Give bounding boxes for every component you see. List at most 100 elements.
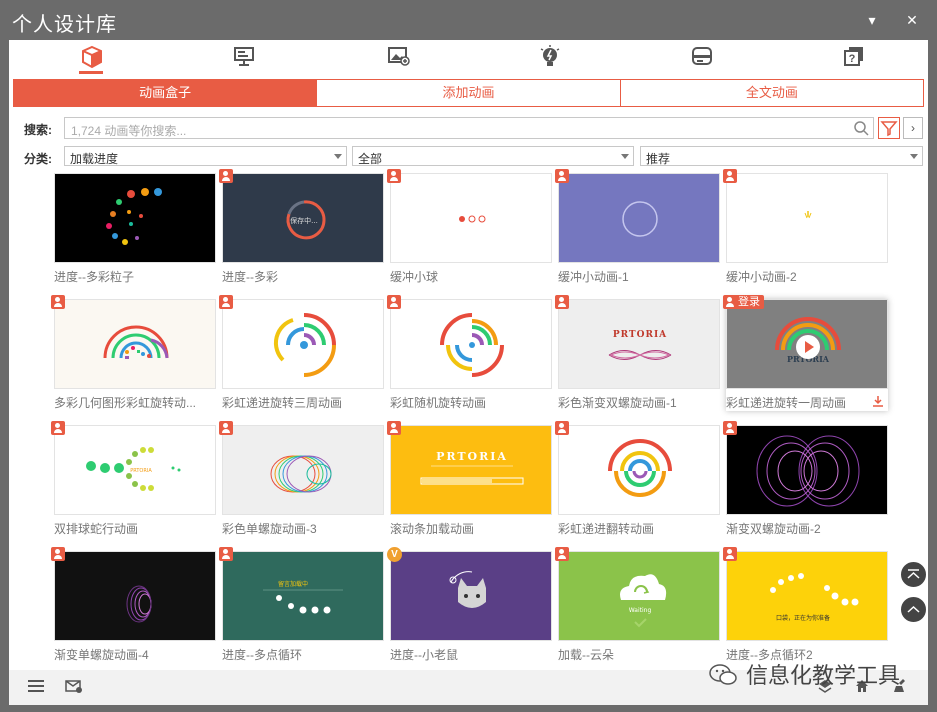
animation-card[interactable]: PRTORIA 双排球蛇行动画 (51, 421, 216, 537)
animation-caption: 渐变双螺旋动画-2 (726, 522, 821, 536)
animation-card[interactable]: PRTORIA 彩色渐变双螺旋动画-1 (555, 295, 720, 411)
thumb-label-prtoria: PRTORIA (130, 468, 152, 474)
download-icon[interactable] (872, 395, 884, 407)
animation-caption: 进度--多彩 (222, 270, 278, 284)
minimize-button[interactable]: ▾ (864, 12, 880, 28)
presentation-icon (234, 47, 254, 66)
category-select[interactable]: 加载进度 (64, 146, 347, 166)
animation-thumbnail (54, 299, 216, 389)
animation-thumbnail (222, 425, 384, 515)
animation-card[interactable]: 进度--小老鼠 V (387, 547, 552, 663)
segment-tabs: 动画盒子 添加动画 全文动画 (13, 79, 924, 107)
animation-card[interactable]: 进度--多彩粒子 (54, 173, 216, 285)
inbox-icon[interactable] (65, 678, 83, 694)
sort-value: 推荐 (646, 152, 671, 166)
animation-thumbnail (222, 299, 384, 389)
animation-card[interactable]: 缓冲小球 (387, 169, 552, 285)
filter-button[interactable] (878, 117, 900, 139)
animation-caption: 彩虹递进旋转三周动画 (222, 396, 343, 410)
scroll-top-button[interactable] (900, 561, 927, 588)
animation-card[interactable]: PRTORIA 滚动条加载动画 (387, 421, 552, 537)
animation-caption: 进度--多点循环 (222, 648, 302, 662)
thumb-title: PRTORIA (436, 450, 508, 463)
animation-caption: 加载--云朵 (558, 648, 614, 662)
animation-card[interactable]: 缓冲小动画-1 (555, 169, 720, 285)
user-badge-icon (555, 421, 569, 435)
animation-card-hovered[interactable]: PRTORIA 彩虹递进旋转一周动画 登录 (723, 295, 888, 411)
animation-card[interactable]: 彩虹递进旋转三周动画 (219, 295, 384, 411)
animation-thumbnail: PRTORIA (558, 299, 720, 389)
close-button[interactable]: ✕ (904, 12, 920, 28)
category-label: 分类: (24, 152, 52, 166)
animation-card[interactable]: 保存中... 进度--多彩 (219, 169, 384, 285)
animation-caption: 双排球蛇行动画 (54, 522, 139, 536)
user-badge-icon (51, 547, 65, 561)
tab-animation-box-segment[interactable]: 动画盒子 (14, 80, 318, 106)
animation-card[interactable]: 彩虹递进翻转动画 (555, 421, 720, 537)
animation-caption: 多彩几何图形彩虹旋转动... (54, 396, 197, 410)
animation-thumbnail: Waiting (558, 551, 720, 641)
tab-presentation[interactable] (223, 42, 263, 72)
verified-badge-icon: V (387, 547, 402, 562)
animation-thumbnail (54, 551, 216, 641)
animation-card[interactable]: 口袋，正在为你准备 进度--多点循环2 (723, 547, 888, 663)
scroll-to-top-icon (907, 569, 920, 579)
chevron-down-icon (621, 154, 629, 159)
tab-animation-box[interactable] (71, 42, 111, 74)
animation-card[interactable]: 多彩几何图形彩虹旋转动... (51, 295, 216, 411)
tab-image-add[interactable] (377, 42, 417, 72)
search-input[interactable]: 1,724 动画等你搜索... (64, 117, 874, 139)
animation-card[interactable]: 缓冲小动画-2 (723, 169, 888, 285)
storage-icon (692, 47, 712, 65)
animation-caption: 彩色渐变双螺旋动画-1 (558, 396, 677, 410)
animation-caption: 进度--小老鼠 (390, 648, 458, 662)
thumb-label-saving: 保存中... (290, 216, 318, 225)
animation-caption: 彩虹递进翻转动画 (558, 522, 655, 536)
search-placeholder: 1,724 动画等你搜索... (71, 124, 187, 138)
thumb-title: 口袋，正在为你准备 (776, 614, 830, 622)
animation-card[interactable]: 彩虹随机旋转动画 (387, 295, 552, 411)
animation-thumbnail (390, 173, 552, 263)
thumb-title: 留言加载中 (278, 580, 308, 588)
animation-thumbnail (390, 299, 552, 389)
wechat-icon (709, 664, 737, 685)
animation-thumbnail: PRTORIA (54, 425, 216, 515)
tab-ideas[interactable] (529, 42, 569, 72)
user-badge-icon (387, 421, 401, 435)
scope-select[interactable]: 全部 (352, 146, 634, 166)
search-icon[interactable] (853, 120, 869, 136)
user-badge-icon (51, 421, 65, 435)
chevron-up-icon (907, 605, 920, 613)
watermark-text: 信息化教学工具 (746, 664, 901, 689)
animation-card[interactable]: Waiting 加载--云朵 (555, 547, 720, 663)
animation-card[interactable]: 渐变单螺旋动画-4 (51, 547, 216, 663)
menu-icon[interactable] (27, 678, 45, 694)
chevron-right-icon[interactable]: › (903, 117, 923, 139)
login-badge[interactable]: 登录 (723, 295, 764, 309)
user-badge-icon (555, 547, 569, 561)
user-badge-icon (219, 295, 233, 309)
chevron-down-icon (334, 154, 342, 159)
box-icon (82, 45, 102, 69)
animation-thumbnail (726, 173, 888, 263)
sort-select[interactable]: 推荐 (640, 146, 923, 166)
thumb-title: Waiting (629, 607, 652, 614)
lightbulb-icon (540, 45, 560, 66)
animation-thumbnail: 留言加载中 (222, 551, 384, 641)
tab-help[interactable]: ? (833, 42, 873, 72)
animation-card[interactable]: 渐变双螺旋动画-2 (723, 421, 888, 537)
animation-caption: 缓冲小球 (390, 270, 439, 284)
tab-full-text-animation[interactable]: 全文动画 (621, 80, 923, 106)
tab-add-animation[interactable]: 添加动画 (317, 80, 621, 106)
tab-storage[interactable] (681, 42, 721, 72)
animation-card[interactable]: 彩色单螺旋动画-3 (219, 421, 384, 537)
animation-thumbnail: PRTORIA (726, 299, 888, 389)
animation-card[interactable]: 留言加载中 进度--多点循环 (219, 547, 384, 663)
user-badge-icon (219, 421, 233, 435)
scroll-up-button[interactable] (900, 596, 927, 623)
image-add-icon (388, 47, 410, 66)
user-badge-icon (219, 547, 233, 561)
animation-caption: 彩色单螺旋动画-3 (222, 522, 317, 536)
thumb-label-prtoria: PRTORIA (613, 330, 667, 340)
category-value: 加载进度 (70, 152, 119, 166)
